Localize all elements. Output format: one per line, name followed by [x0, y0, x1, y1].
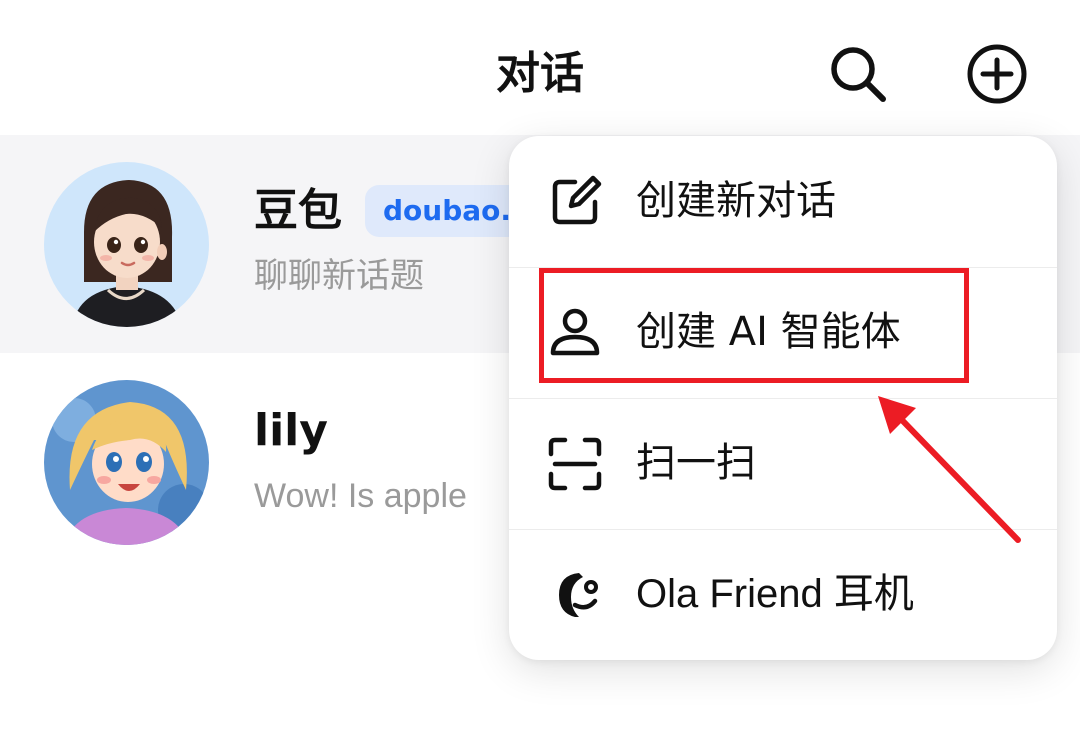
- page-title: 对话: [496, 48, 584, 99]
- scan-icon: [548, 437, 602, 491]
- menu-item-label: Ola Friend 耳机: [636, 572, 914, 616]
- doubao-avatar: [44, 162, 209, 327]
- top-bar: 对话: [0, 0, 1080, 135]
- add-button[interactable]: [957, 34, 1037, 114]
- add-menu-dropdown: 创建新对话 创建 AI 智能体 扫一扫 Ola Friend 耳机: [509, 136, 1057, 660]
- conversation-name: lily: [254, 405, 328, 456]
- earphone-icon: [559, 573, 598, 617]
- menu-item-create-ai-agent[interactable]: 创建 AI 智能体: [509, 267, 1057, 398]
- menu-item-label: 创建 AI 智能体: [636, 309, 901, 355]
- lily-avatar: [44, 380, 209, 545]
- menu-item-label: 扫一扫: [636, 440, 756, 486]
- menu-item-new-chat[interactable]: 创建新对话: [509, 136, 1057, 267]
- conversation-preview: 聊聊新话题: [254, 256, 424, 296]
- conversation-name: 豆包: [254, 185, 342, 236]
- edit-icon: [552, 175, 602, 225]
- menu-item-ola-friend[interactable]: Ola Friend 耳机: [509, 529, 1057, 660]
- plus-circle-icon: [967, 44, 1027, 104]
- person-icon: [550, 308, 600, 356]
- menu-item-label: 创建新对话: [636, 178, 836, 224]
- search-button[interactable]: [818, 34, 898, 114]
- search-icon: [831, 47, 886, 102]
- menu-item-scan[interactable]: 扫一扫: [509, 398, 1057, 529]
- conversation-preview: Wow! Is apple: [254, 477, 467, 515]
